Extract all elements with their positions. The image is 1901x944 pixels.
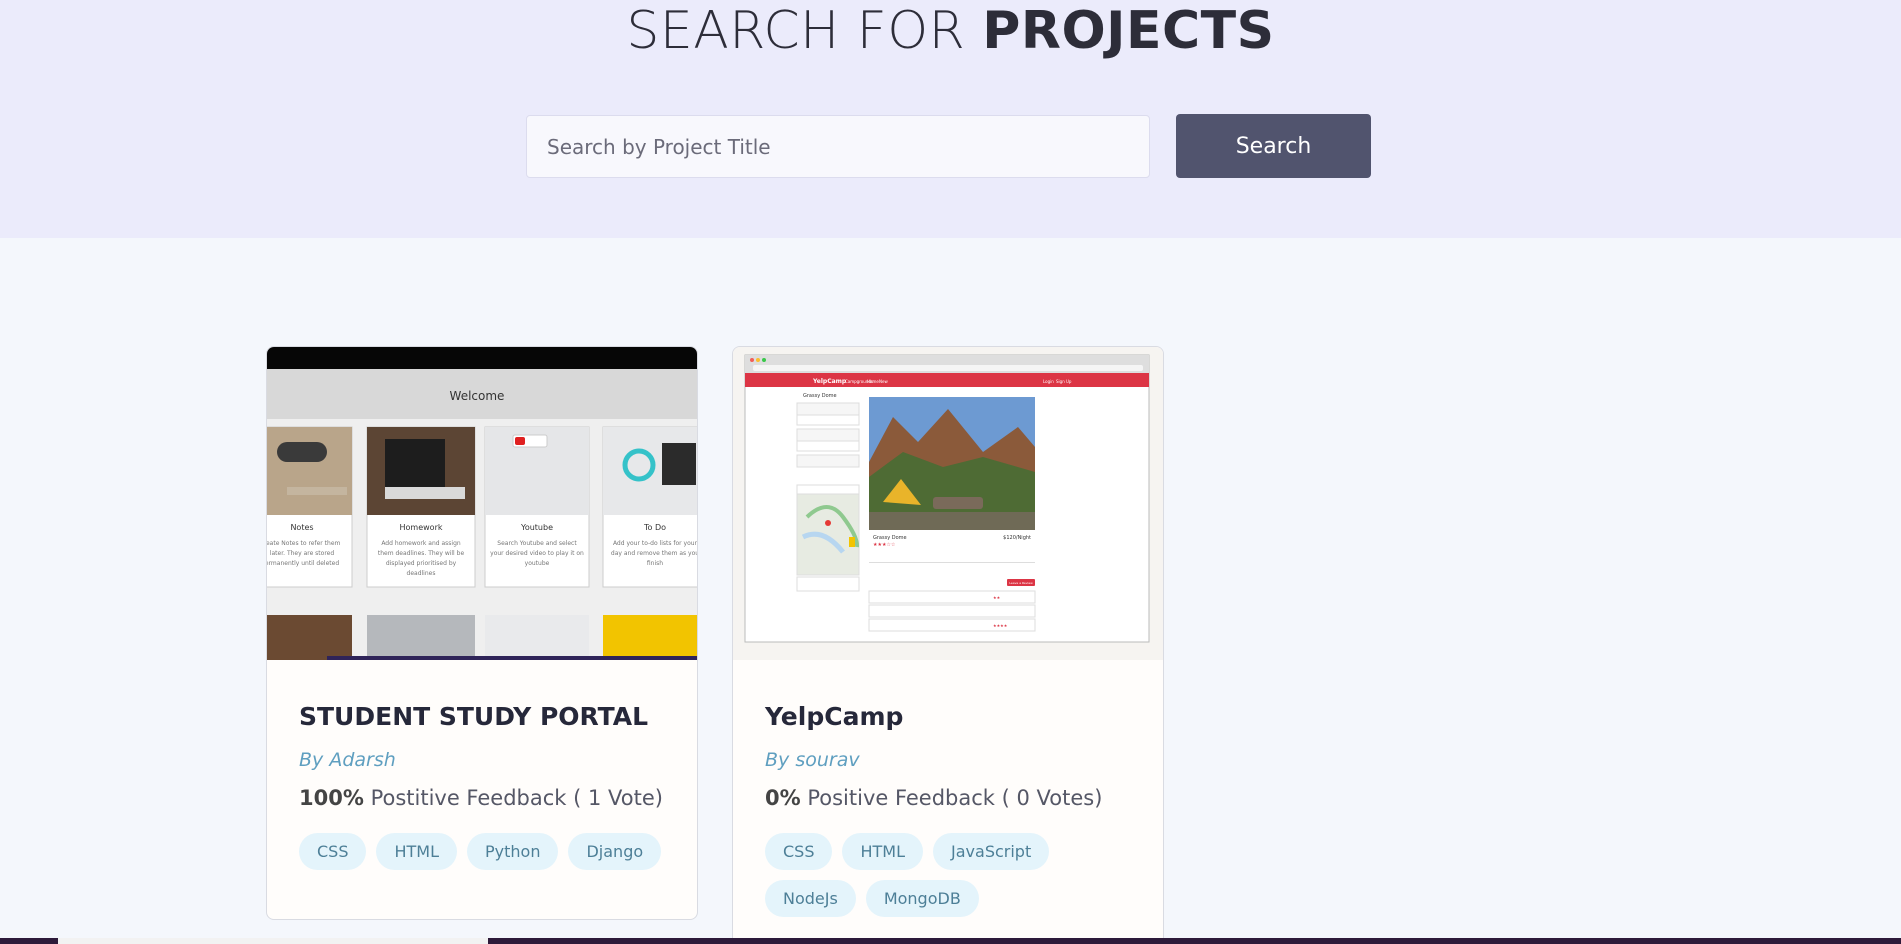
svg-text:reate Notes to refer them: reate Notes to refer them	[267, 540, 341, 547]
thumb-tile-title: Homework	[400, 523, 443, 532]
yelp-camp-name: Grassy Dome	[873, 535, 907, 541]
project-title[interactable]: YelpCamp	[765, 702, 1131, 734]
project-title[interactable]: STUDENT STUDY PORTAL	[299, 702, 665, 734]
yelp-camp-price: $120/Night	[1003, 535, 1031, 541]
project-card[interactable]: Welcome Notes reate Notes to refer them …	[266, 346, 698, 920]
svg-text:★★★☆☆: ★★★☆☆	[873, 542, 896, 548]
tag: CSS	[765, 833, 833, 870]
bottom-edge-highlight	[58, 938, 488, 944]
tag: NodeJs	[765, 880, 856, 917]
svg-text:Add your to-do lists for your: Add your to-do lists for your	[613, 540, 697, 547]
tag: MongoDB	[865, 880, 979, 917]
tag: HTML	[376, 833, 458, 870]
thumb-tile-title: Youtube	[520, 523, 553, 532]
page-title: SEARCH FOR PROJECTS	[0, 0, 1901, 62]
svg-text:displayed prioritised by: displayed prioritised by	[386, 560, 457, 567]
feedback-percent: 0%	[765, 786, 801, 810]
svg-text:deadlines: deadlines	[407, 570, 436, 577]
yelp-brand: YelpCamp	[812, 378, 847, 385]
svg-text:ermanently until deleted: ermanently until deleted	[267, 560, 339, 567]
project-thumbnail[interactable]: YelpCamp Campgrounds Home New Login Sign…	[733, 347, 1163, 660]
svg-text:them deadlines. They will be: them deadlines. They will be	[378, 550, 465, 557]
study-portal-screenshot: Welcome Notes reate Notes to refer them …	[267, 347, 697, 660]
thumb-tile-todo: To Do Add your to-do lists for your day …	[602, 426, 697, 588]
project-author[interactable]: By Adarsh	[299, 749, 665, 771]
svg-text:your desired video to play it: your desired video to play it on	[490, 550, 584, 557]
thumb-tile-youtube: Youtube Search Youtube and select your d…	[484, 426, 590, 588]
card-body: STUDENT STUDY PORTAL By Adarsh 100% Post…	[267, 702, 697, 870]
title-bold: PROJECTS	[982, 1, 1275, 61]
yelp-login: Login	[1043, 379, 1054, 384]
tag-list: CSS HTML Python Django	[299, 833, 665, 870]
tag: Django	[568, 833, 662, 870]
thumb-tile-homework: Homework Add homework and assign them de…	[366, 426, 476, 588]
svg-text:★★: ★★	[993, 595, 1001, 600]
project-feedback: 0% Positive Feedback ( 0 Votes)	[765, 786, 1131, 810]
project-thumbnail[interactable]: Welcome Notes reate Notes to refer them …	[267, 347, 697, 660]
thumb-welcome: Welcome	[450, 389, 505, 403]
yelp-owner: Grassy Dome	[803, 393, 837, 399]
tag: Python	[467, 833, 559, 870]
feedback-text: Postitive Feedback ( 1 Vote)	[363, 786, 663, 810]
feedback-percent: 100%	[299, 786, 364, 810]
thumb-tile-notes: Notes reate Notes to refer them later. T…	[267, 426, 353, 588]
yelp-signup: Sign Up	[1056, 379, 1072, 384]
project-author[interactable]: By sourav	[765, 749, 1131, 771]
svg-text:Search Youtube and select: Search Youtube and select	[497, 540, 577, 547]
card-body: YelpCamp By sourav 0% Positive Feedback …	[733, 702, 1163, 917]
yelp-nav-2: Home	[867, 379, 879, 384]
svg-text:★★★★: ★★★★	[993, 623, 1008, 628]
tag: CSS	[299, 833, 367, 870]
search-input[interactable]	[526, 115, 1150, 178]
svg-text:day and remove them as you: day and remove them as you	[611, 550, 697, 557]
tag-list: CSS HTML JavaScript NodeJs MongoDB	[765, 833, 1131, 917]
yelp-review-button: Leave a Review	[1009, 581, 1033, 585]
search-button[interactable]: Search	[1176, 114, 1371, 178]
title-light: SEARCH FOR	[626, 1, 983, 61]
tag: HTML	[842, 833, 924, 870]
hero-section: SEARCH FOR PROJECTS Search	[0, 0, 1901, 238]
feedback-text: Positive Feedback ( 0 Votes)	[800, 786, 1103, 810]
svg-text:later. They are stored: later. They are stored	[270, 550, 335, 557]
svg-text:Add homework and assign: Add homework and assign	[381, 540, 461, 547]
yelpcamp-screenshot: YelpCamp Campgrounds Home New Login Sign…	[733, 347, 1163, 660]
project-feedback: 100% Postitive Feedback ( 1 Vote)	[299, 786, 665, 810]
tag: JavaScript	[933, 833, 1050, 870]
project-card[interactable]: YelpCamp Campgrounds Home New Login Sign…	[732, 346, 1164, 944]
thumb-tile-title: To Do	[643, 523, 666, 532]
svg-text:youtube: youtube	[525, 560, 550, 567]
thumb-tile-title: Notes	[290, 523, 313, 532]
svg-text:finish: finish	[647, 560, 663, 567]
yelp-nav-3: New	[879, 379, 888, 384]
